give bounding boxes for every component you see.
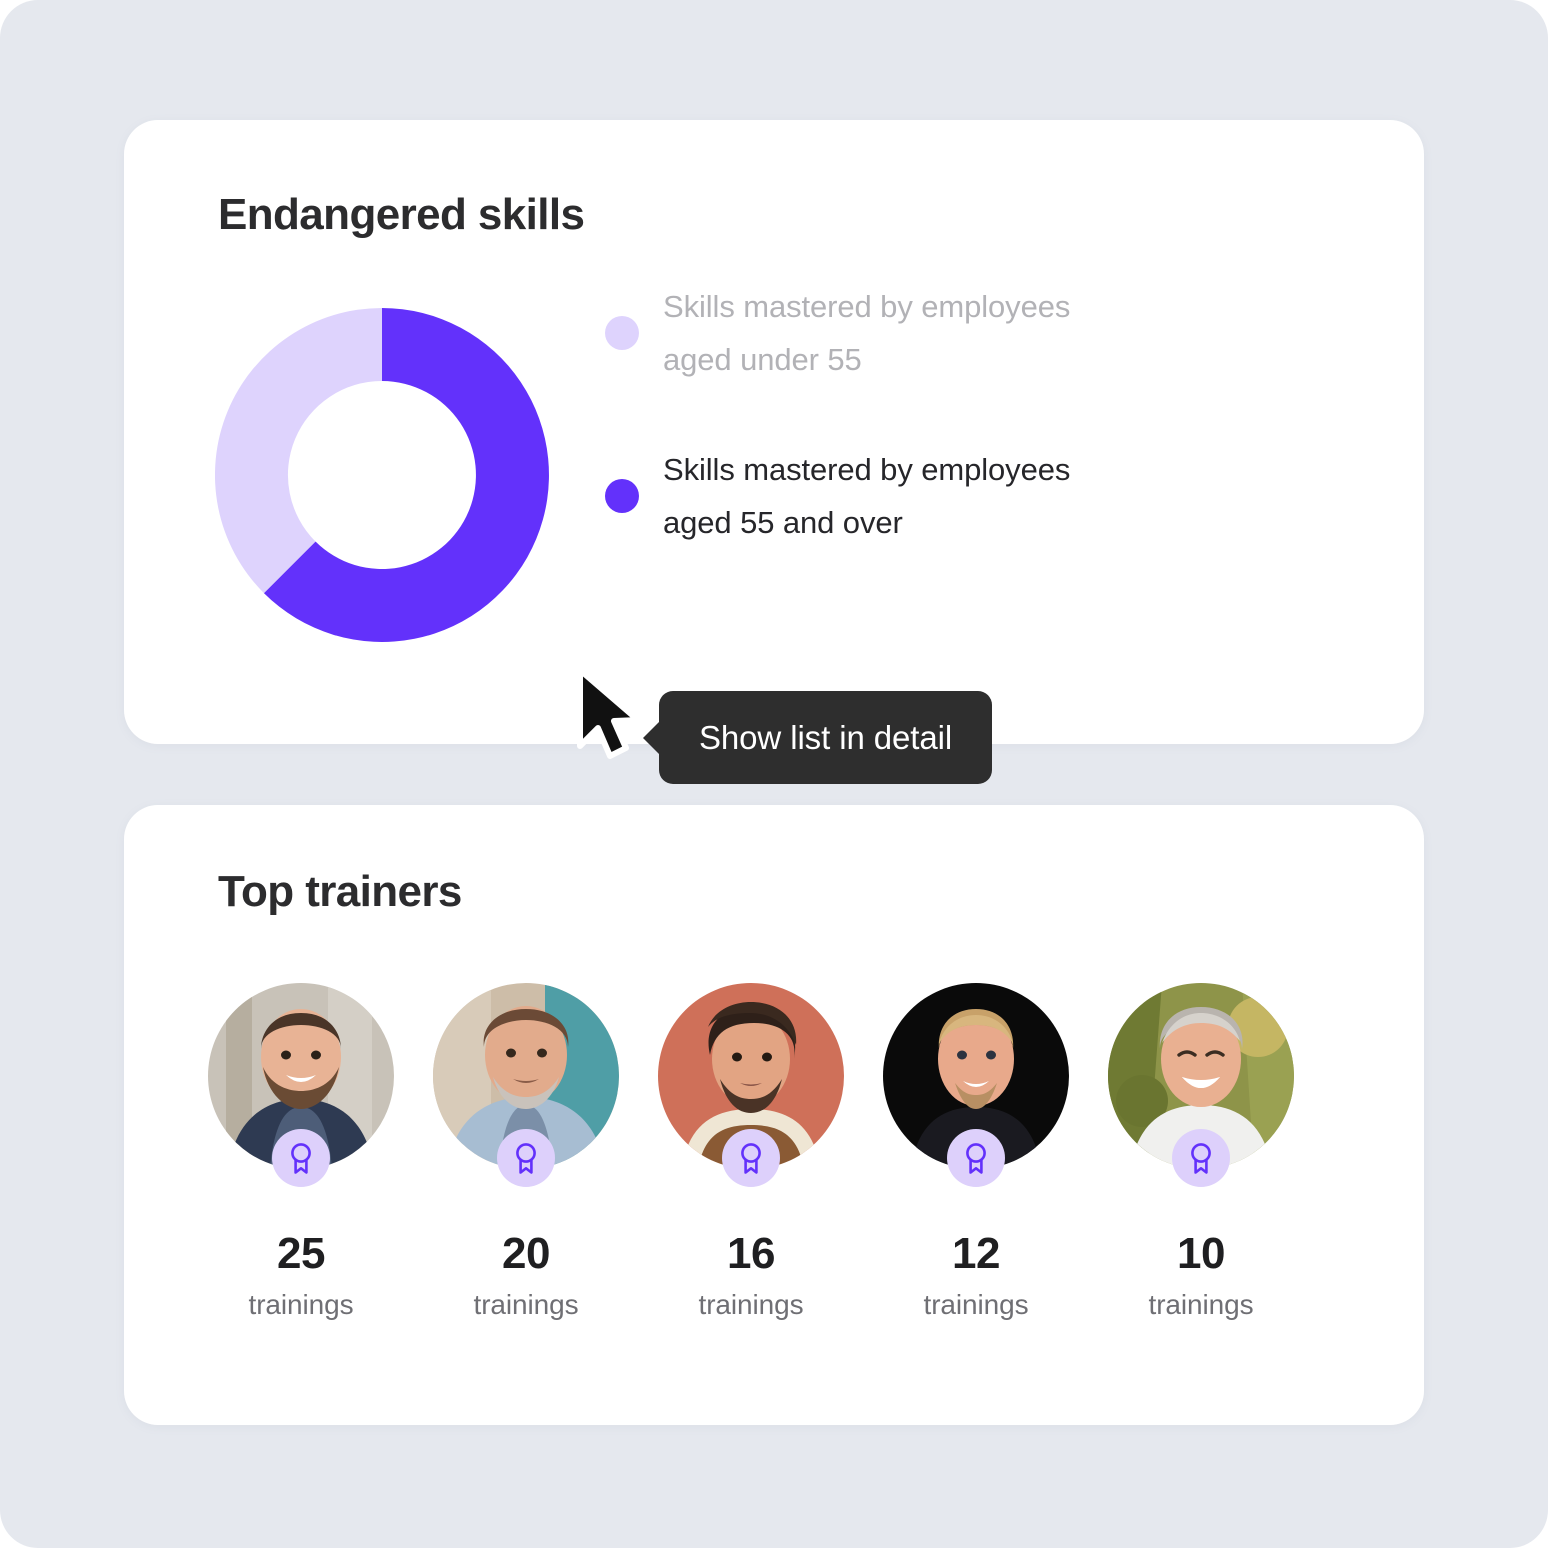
- dashboard-page: Endangered skills Skills mastered by emp…: [0, 0, 1548, 1548]
- trainers-list: 25 trainings 20 trainings 16 trainings 1…: [208, 983, 1348, 1321]
- trainer-unit-label: trainings: [1148, 1289, 1254, 1320]
- avatar[interactable]: [1108, 983, 1294, 1187]
- legend-item-label: Skills mastered by employees aged 55 and…: [663, 451, 1071, 540]
- list-item[interactable]: 20 trainings: [433, 983, 619, 1321]
- trainer-count: 25: [277, 1229, 325, 1278]
- avatar[interactable]: [883, 983, 1069, 1187]
- award-ribbon-icon: [272, 1129, 330, 1187]
- legend-swatch-icon: [605, 478, 639, 513]
- legend-swatch-icon: [605, 316, 639, 351]
- arrow-pointer-icon: [577, 668, 641, 759]
- award-ribbon-icon: [947, 1129, 1005, 1187]
- trainer-count: 16: [727, 1229, 775, 1278]
- trainer-count: 10: [1177, 1229, 1225, 1278]
- list-item[interactable]: 12 trainings: [883, 983, 1069, 1321]
- avatar[interactable]: [658, 983, 844, 1187]
- tooltip-label: Show list in detail: [699, 718, 953, 756]
- list-item[interactable]: 10 trainings: [1108, 983, 1294, 1321]
- trainer-count: 12: [952, 1229, 1000, 1278]
- legend-item-55-and-over[interactable]: Skills mastered by employees aged 55 and…: [605, 443, 1165, 550]
- trainer-count: 20: [502, 1229, 550, 1278]
- legend-item-under-55[interactable]: Skills mastered by employees aged under …: [605, 280, 1165, 387]
- award-ribbon-icon: [497, 1129, 555, 1187]
- avatar[interactable]: [433, 983, 619, 1187]
- list-item[interactable]: 16 trainings: [658, 983, 844, 1321]
- donut-slice-aged-under-55[interactable]: [215, 308, 382, 594]
- legend-item-label: Skills mastered by employees aged under …: [663, 289, 1071, 378]
- trainer-unit-label: trainings: [698, 1289, 804, 1320]
- trainer-unit-label: trainings: [473, 1289, 579, 1320]
- avatar[interactable]: [208, 983, 394, 1187]
- award-ribbon-icon: [1172, 1129, 1230, 1187]
- endangered-skills-donut-chart[interactable]: [215, 308, 549, 642]
- page-title: Endangered skills: [218, 190, 585, 239]
- donut-svg: [215, 308, 549, 642]
- section-title: Top trainers: [218, 867, 462, 916]
- trainer-unit-label: trainings: [923, 1289, 1029, 1320]
- chart-legend: Skills mastered by employees aged under …: [605, 280, 1165, 605]
- top-trainers-card: Top trainers 25 trainings 20 trainings 1…: [124, 805, 1424, 1425]
- endangered-skills-card: Endangered skills Skills mastered by emp…: [124, 120, 1424, 784]
- trainer-unit-label: trainings: [248, 1289, 354, 1320]
- list-item[interactable]: 25 trainings: [208, 983, 394, 1321]
- show-list-in-detail-tooltip[interactable]: Show list in detail: [659, 691, 993, 784]
- award-ribbon-icon: [722, 1129, 780, 1187]
